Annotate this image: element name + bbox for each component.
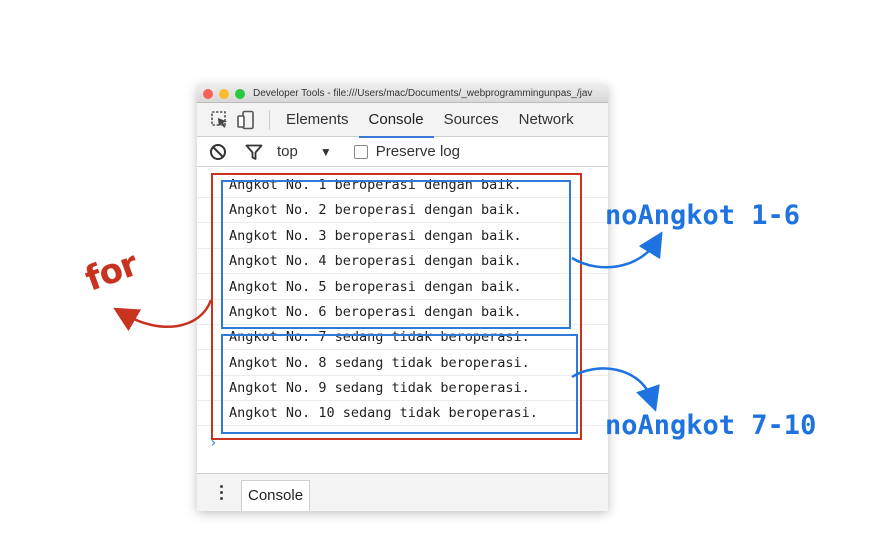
- group-2-label: noAngkot 7-10: [605, 410, 817, 441]
- group-1-arrow: [571, 231, 663, 269]
- group-1-label: noAngkot 1-6: [605, 200, 801, 231]
- for-arrow: [113, 299, 213, 332]
- group-2-arrow: [571, 367, 660, 412]
